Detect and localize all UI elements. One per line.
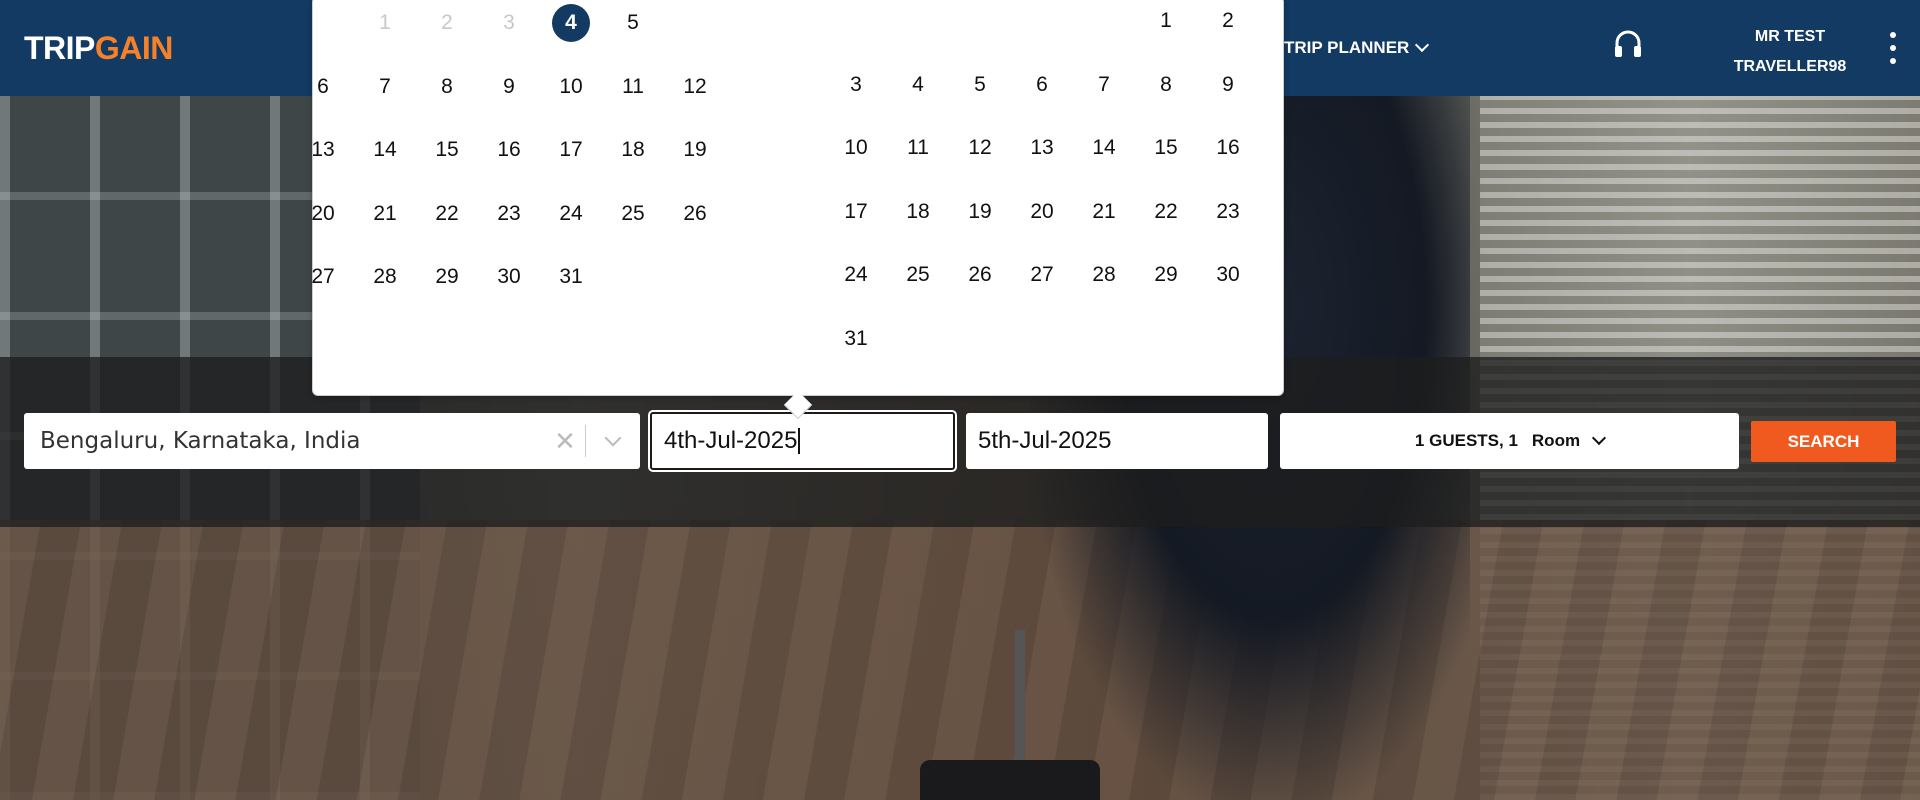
calendar-day[interactable]: 23 xyxy=(487,194,531,234)
calendar-day[interactable]: 7 xyxy=(363,67,407,107)
user-name-line2: TRAVELLER98 xyxy=(1733,58,1847,75)
calendar-day[interactable]: 20 xyxy=(1020,192,1064,232)
calendar-day[interactable]: 14 xyxy=(1082,128,1126,168)
calendar-day[interactable]: 1 xyxy=(1144,1,1188,41)
calendar-day[interactable]: 29 xyxy=(425,257,469,297)
guests-rooms-selector[interactable]: 1 GUESTS, 1 Room xyxy=(1280,413,1739,469)
city-value: Bengaluru, Karnataka, India xyxy=(40,428,361,454)
calendar-day[interactable]: 26 xyxy=(673,194,717,234)
calendar-day[interactable]: 31 xyxy=(549,257,593,297)
calendar-day[interactable]: 5 xyxy=(958,65,1002,105)
calendar-day[interactable]: 27 xyxy=(1020,255,1064,295)
calendar-day[interactable]: 15 xyxy=(1144,128,1188,168)
calendar-day[interactable]: 31 xyxy=(834,319,878,359)
calendar-day[interactable]: 17 xyxy=(549,130,593,170)
calendar-day[interactable]: 10 xyxy=(834,128,878,168)
tripgain-logo[interactable]: TRIPGAIN xyxy=(24,30,173,67)
user-name-line1: MR TEST xyxy=(1754,28,1826,45)
tiled-floor xyxy=(0,520,1920,800)
calendar-day[interactable]: 24 xyxy=(834,255,878,295)
clear-icon[interactable]: ✕ xyxy=(545,426,585,457)
checkout-date-input[interactable]: 5th-Jul-2025 xyxy=(966,413,1268,469)
calendar-day[interactable]: 14 xyxy=(363,130,407,170)
calendar-day[interactable]: 6 xyxy=(1020,65,1064,105)
calendar-day[interactable]: 25 xyxy=(896,255,940,295)
calendar-day[interactable]: 16 xyxy=(1206,128,1250,168)
calendar-day[interactable]: 7 xyxy=(1082,65,1126,105)
room-label: Room xyxy=(1531,431,1581,450)
calendar-day[interactable]: 16 xyxy=(487,130,531,170)
chevron-down-icon xyxy=(604,429,622,447)
calendar-day[interactable]: 28 xyxy=(1082,255,1126,295)
calendar-day[interactable]: 24 xyxy=(549,194,593,234)
calendar-day[interactable]: 10 xyxy=(549,67,593,107)
headphones-icon[interactable] xyxy=(1612,28,1644,60)
more-options-icon[interactable] xyxy=(1890,32,1898,64)
calendar-day[interactable]: 17 xyxy=(834,192,878,232)
chevron-down-icon xyxy=(1592,430,1607,446)
calendar-day[interactable]: 8 xyxy=(1144,65,1188,105)
calendar-day: 1 xyxy=(379,11,391,34)
calendar-day[interactable]: 25 xyxy=(611,194,655,234)
calendar-day[interactable]: 30 xyxy=(487,257,531,297)
calendar-day[interactable]: 11 xyxy=(896,128,940,168)
checkout-value: 5th-Jul-2025 xyxy=(978,427,1112,454)
suitcase xyxy=(920,760,1100,800)
calendar-day[interactable]: 3 xyxy=(834,65,878,105)
calendar-day[interactable]: 11 xyxy=(611,67,655,107)
city-select[interactable]: Bengaluru, Karnataka, India ✕ xyxy=(24,413,640,469)
calendar-day[interactable]: 26 xyxy=(958,255,1002,295)
calendar-day[interactable]: 23 xyxy=(1206,192,1250,232)
calendar-day: 3 xyxy=(503,11,515,34)
search-button[interactable]: SEARCH xyxy=(1751,421,1896,462)
calendar-day[interactable]: 28 xyxy=(363,257,407,297)
calendar-day[interactable]: 18 xyxy=(611,130,655,170)
logo-gain-text: GAIN xyxy=(94,30,174,66)
calendar-day[interactable]: 21 xyxy=(363,194,407,234)
checkin-date-input[interactable]: 4th-Jul-2025 xyxy=(650,412,955,470)
calendar-day[interactable]: 13 xyxy=(1020,128,1064,168)
calendar-day: 2 xyxy=(441,11,453,34)
calendar-day[interactable]: 13 xyxy=(301,130,345,170)
user-account[interactable]: MR TEST TRAVELLER98 xyxy=(1730,22,1850,82)
calendar-day[interactable]: 29 xyxy=(1144,255,1188,295)
dropdown-toggle[interactable] xyxy=(586,429,640,447)
calendar-day[interactable]: 5 xyxy=(611,3,655,43)
date-picker-popup: 1 2 3 4 5 6 7 8 9 10 11 12 13 14 15 16 17 18 19 20 21 22 23 24 2… xyxy=(311,0,1284,396)
calendar-day[interactable]: 8 xyxy=(425,67,469,107)
calendar-day[interactable]: 19 xyxy=(673,130,717,170)
checkin-value: 4th-Jul-2025 xyxy=(664,427,798,454)
calendar-day[interactable]: 4 xyxy=(896,65,940,105)
calendar-day[interactable]: 6 xyxy=(301,67,345,107)
calendar-day[interactable]: 9 xyxy=(487,67,531,107)
chevron-down-icon xyxy=(1415,37,1430,53)
calendar-day[interactable]: 27 xyxy=(301,257,345,297)
calendar-day[interactable]: 22 xyxy=(1144,192,1188,232)
trip-planner-label: TRIP PLANNER xyxy=(1284,38,1410,57)
calendar-day[interactable]: 2 xyxy=(1206,1,1250,41)
text-caret xyxy=(798,428,800,454)
calendar-day-selected[interactable]: 4 xyxy=(549,3,593,43)
guests-label: 1 GUESTS, 1 xyxy=(1414,431,1518,450)
calendar-day[interactable]: 15 xyxy=(425,130,469,170)
suitcase-handle xyxy=(1015,630,1025,770)
calendar-day[interactable]: 30 xyxy=(1206,255,1250,295)
calendar-day[interactable]: 12 xyxy=(958,128,1002,168)
calendar-day[interactable]: 12 xyxy=(673,67,717,107)
logo-trip-text: TRIP xyxy=(24,30,95,66)
calendar-day[interactable]: 9 xyxy=(1206,65,1250,105)
calendar-day[interactable]: 19 xyxy=(958,192,1002,232)
calendar-day[interactable]: 20 xyxy=(301,194,345,234)
calendar-day[interactable]: 21 xyxy=(1082,192,1126,232)
calendar-day[interactable]: 18 xyxy=(896,192,940,232)
trip-planner-menu[interactable]: TRIP PLANNER xyxy=(1284,37,1430,58)
calendar-day[interactable]: 22 xyxy=(425,194,469,234)
